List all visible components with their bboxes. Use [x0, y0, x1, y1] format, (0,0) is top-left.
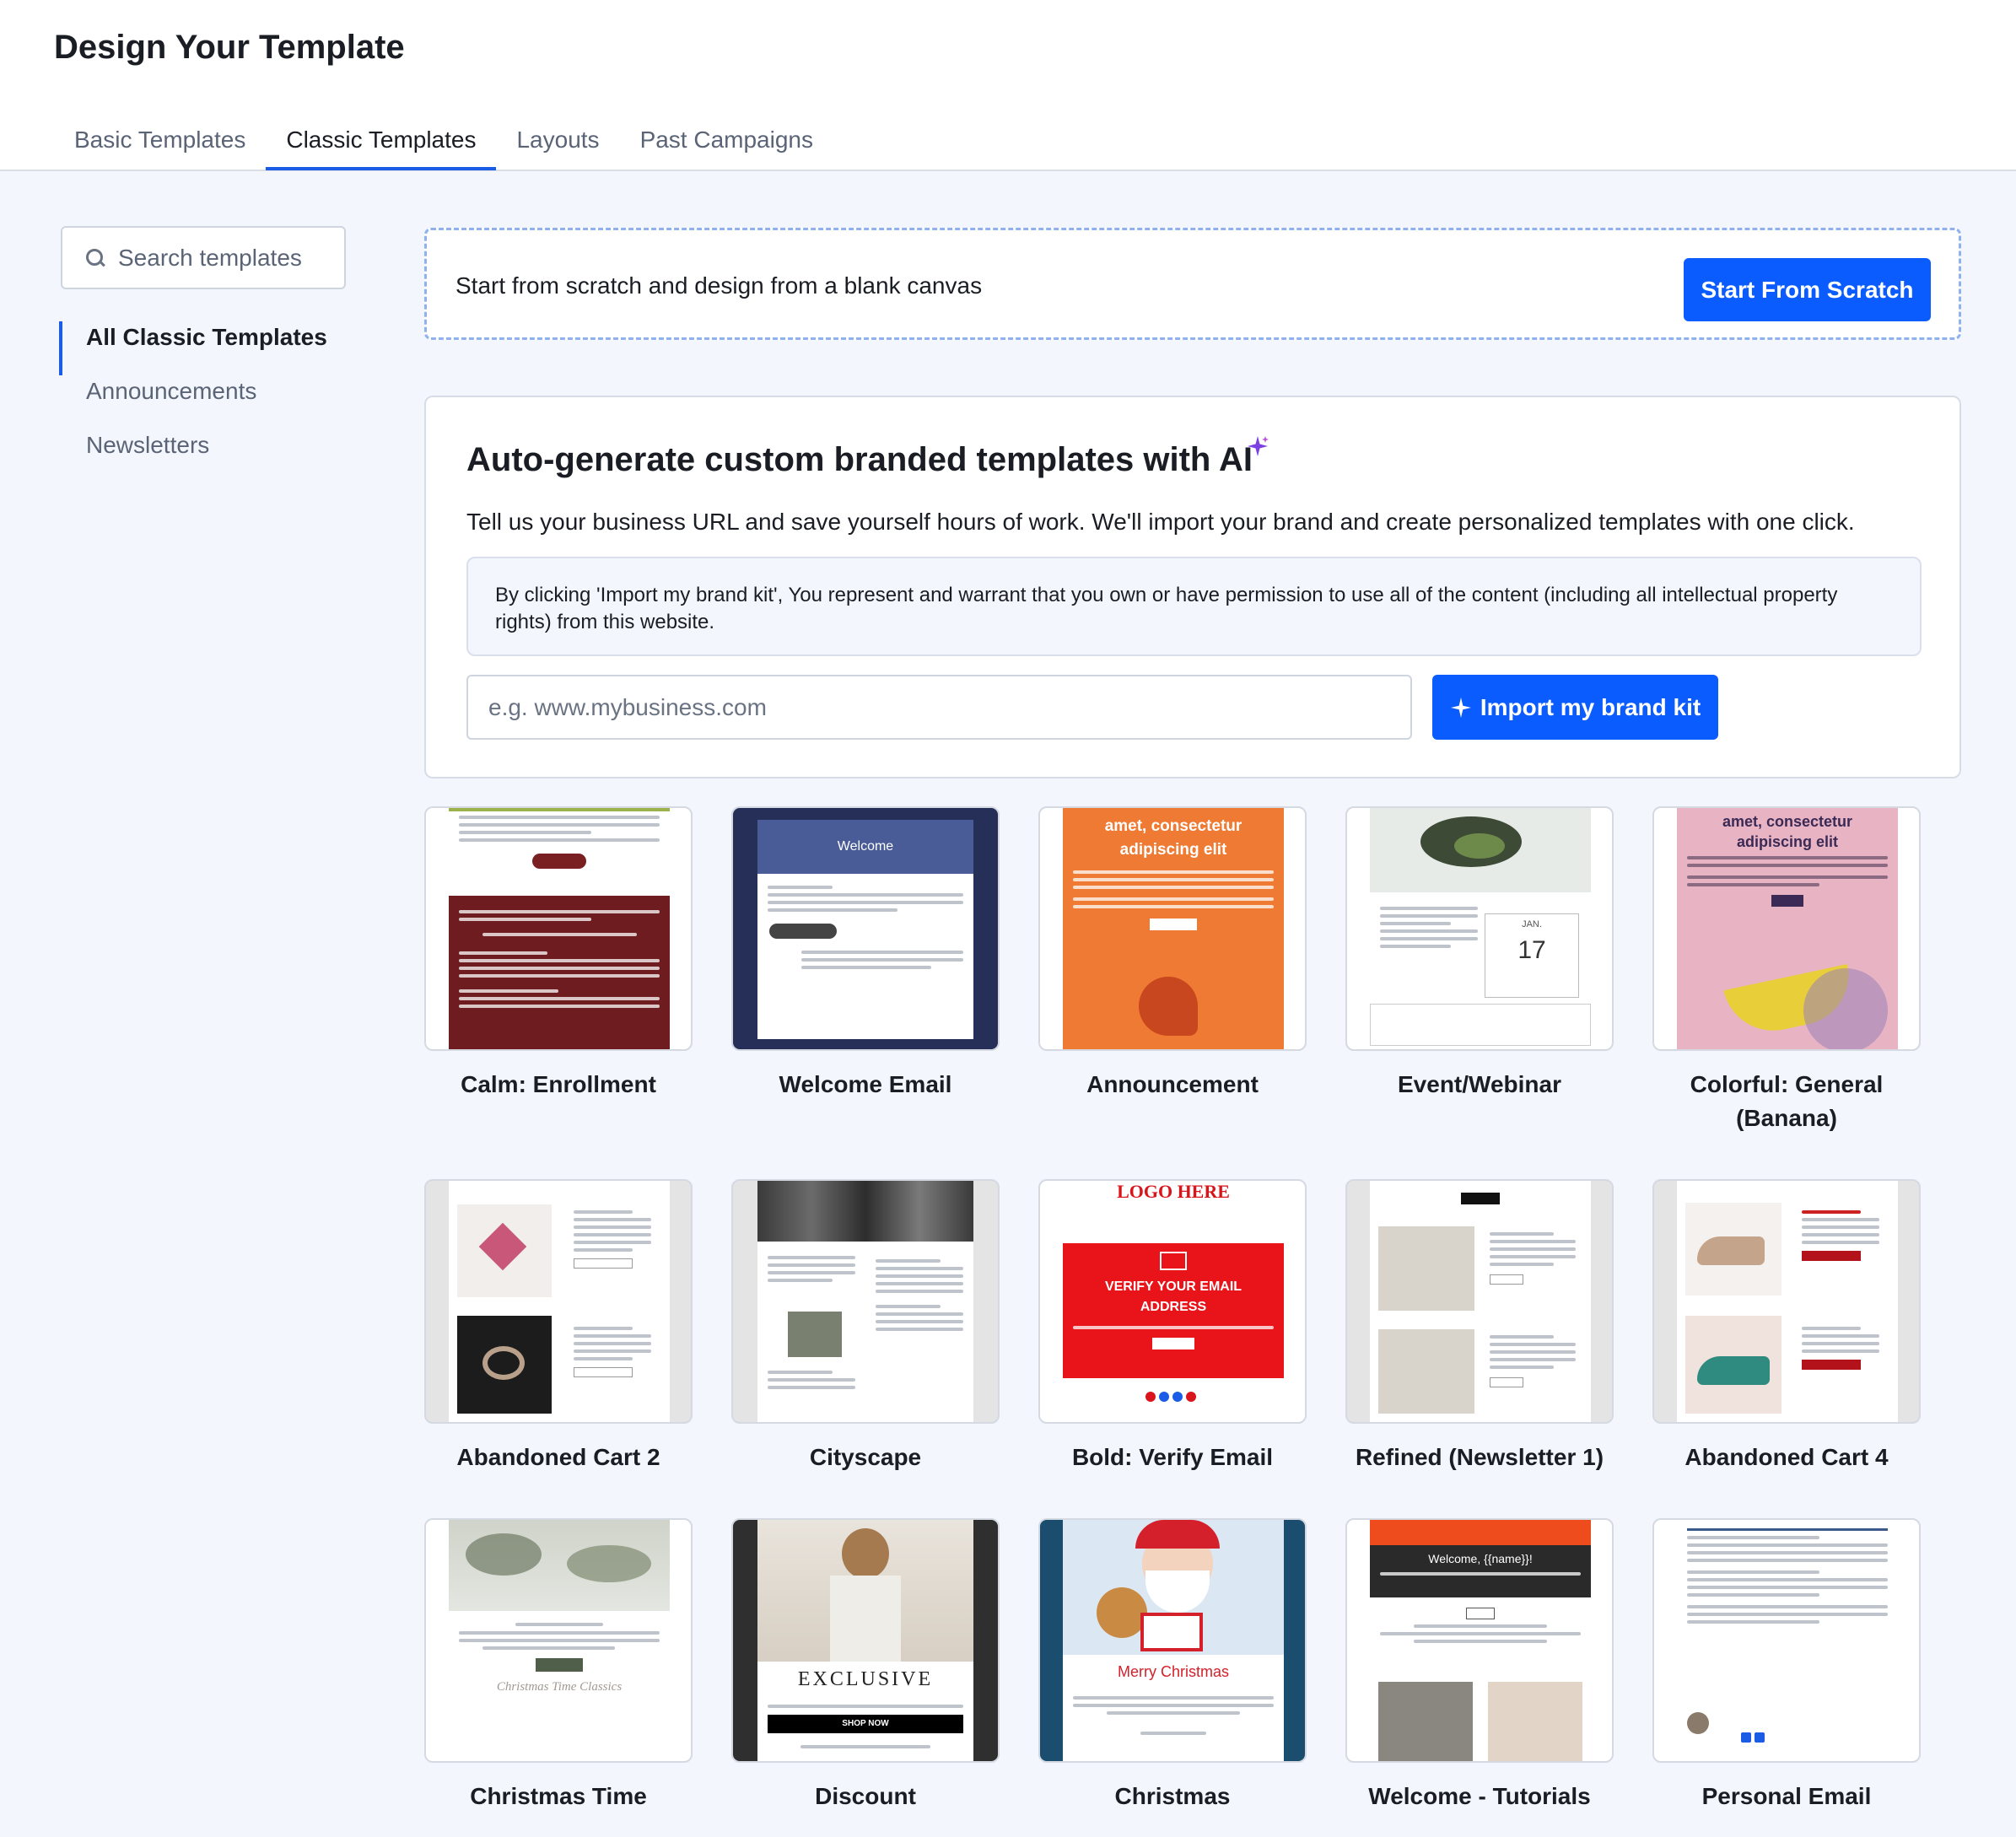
template-card-abandoned-cart-2[interactable]: Abandoned Cart 2: [424, 1179, 693, 1474]
thumb-verify-text: VERIFY YOUR EMAIL ADDRESS: [1104, 1279, 1242, 1314]
template-name: Cityscape: [809, 1444, 922, 1470]
ai-card-subtitle: Tell us your business URL and save yours…: [466, 509, 1855, 535]
template-name: Event/Webinar: [1398, 1071, 1561, 1097]
template-card-bold-verify-email[interactable]: LOGO HERE VERIFY YOUR EMAIL ADDRESS Bold…: [1038, 1179, 1307, 1474]
template-card-event-webinar[interactable]: JAN. 17 Event/Webinar: [1345, 806, 1614, 1102]
search-icon: [84, 247, 106, 269]
sparkle-icon: [1450, 697, 1471, 718]
template-card-christmas[interactable]: Merry Christmas Christmas: [1038, 1518, 1307, 1813]
brand-kit-disclaimer: By clicking 'Import my brand kit', You r…: [466, 557, 1922, 656]
template-name: Christmas Time: [470, 1783, 647, 1809]
template-name: Abandoned Cart 4: [1684, 1444, 1889, 1470]
tab-basic-templates[interactable]: Basic Templates: [54, 121, 266, 170]
template-card-calm-enrollment[interactable]: Calm: Enrollment: [424, 806, 693, 1102]
template-thumbnail: Christmas Time Classics: [424, 1518, 693, 1763]
template-thumbnail: [731, 1179, 1000, 1424]
template-thumbnail: LOGO HERE VERIFY YOUR EMAIL ADDRESS: [1038, 1179, 1307, 1424]
template-card-christmas-time[interactable]: Christmas Time Classics Christmas Time: [424, 1518, 693, 1813]
template-card-abandoned-cart-4[interactable]: Abandoned Cart 4: [1652, 1179, 1921, 1474]
template-thumbnail: [1345, 1179, 1614, 1424]
template-name: Calm: Enrollment: [461, 1071, 656, 1097]
template-thumbnail: [1652, 1179, 1921, 1424]
template-name: Announcement: [1086, 1071, 1259, 1097]
template-thumbnail: [1652, 1518, 1921, 1763]
category-all-classic-templates[interactable]: All Classic Templates: [59, 321, 346, 375]
template-thumbnail: Welcome: [731, 806, 1000, 1051]
scratch-description: Start from scratch and design from a bla…: [455, 272, 983, 299]
sidebar: All Classic Templates Announcements News…: [59, 226, 346, 483]
import-brand-kit-label: Import my brand kit: [1480, 693, 1701, 720]
template-thumbnail: [424, 806, 693, 1051]
template-thumbnail: [424, 1179, 693, 1424]
template-card-discount[interactable]: EXCLUSIVE SHOP NOW Discount: [731, 1518, 1000, 1813]
template-card-announcement[interactable]: amet, consectetur adipiscing elit Announ…: [1038, 806, 1307, 1102]
template-card-colorful-general-banana[interactable]: amet, consectetur adipiscing elit Colorf…: [1652, 806, 1921, 1135]
thumb-announcement-head: amet, consectetur adipiscing elit: [1104, 817, 1242, 859]
template-name: Welcome Email: [779, 1071, 952, 1097]
page-title: Design Your Template: [54, 29, 405, 66]
template-thumbnail: amet, consectetur adipiscing elit: [1652, 806, 1921, 1051]
tab-past-campaigns[interactable]: Past Campaigns: [620, 121, 833, 170]
thumb-event-month: JAN.: [1522, 919, 1542, 929]
template-thumbnail: EXCLUSIVE SHOP NOW: [731, 1518, 1000, 1763]
import-brand-kit-button[interactable]: Import my brand kit: [1432, 675, 1718, 740]
thumb-christmas-script: Christmas Time Classics: [496, 1680, 623, 1694]
template-card-refined-newsletter-1[interactable]: Refined (Newsletter 1): [1345, 1179, 1614, 1474]
thumb-shop-now: SHOP NOW: [768, 1715, 963, 1733]
category-list: All Classic Templates Announcements News…: [59, 321, 346, 483]
thumb-exclusive: EXCLUSIVE: [797, 1668, 934, 1690]
template-name: Welcome - Tutorials: [1368, 1783, 1591, 1809]
search-box[interactable]: [61, 226, 346, 289]
template-thumbnail: amet, consectetur adipiscing elit: [1038, 806, 1307, 1051]
ai-sparkle-icon: [1248, 436, 1269, 456]
template-name: Colorful: General (Banana): [1690, 1071, 1884, 1131]
template-name: Refined (Newsletter 1): [1355, 1444, 1604, 1470]
thumb-merry-christmas: Merry Christmas: [1117, 1663, 1229, 1680]
start-from-scratch-button[interactable]: Start From Scratch: [1684, 258, 1931, 321]
template-name: Personal Email: [1701, 1783, 1872, 1809]
template-card-cityscape[interactable]: Cityscape: [731, 1179, 1000, 1474]
template-thumbnail: Merry Christmas: [1038, 1518, 1307, 1763]
search-input[interactable]: [118, 244, 346, 272]
business-url-input[interactable]: [466, 675, 1412, 740]
thumb-verify-logo: LOGO HERE: [1117, 1181, 1230, 1202]
template-name: Christmas: [1114, 1783, 1231, 1809]
template-tabs: Basic Templates Classic Templates Layout…: [54, 121, 833, 170]
template-card-welcome-tutorials[interactable]: Welcome, {{name}}! Welcome - Tutorials: [1345, 1518, 1614, 1813]
ai-brand-kit-card: Auto-generate custom branded templates w…: [424, 396, 1961, 778]
page-header: Design Your Template Basic Templates Cla…: [0, 0, 2016, 171]
template-card-welcome-email[interactable]: Welcome Welcome Email: [731, 806, 1000, 1102]
thumb-banana-head: amet, consectetur adipiscing elit: [1722, 813, 1853, 850]
start-from-scratch-panel: Start from scratch and design from a bla…: [424, 228, 1961, 340]
template-name: Bold: Verify Email: [1071, 1444, 1274, 1470]
thumb-welcome-header: Welcome: [757, 820, 973, 874]
category-announcements[interactable]: Announcements: [59, 375, 346, 429]
tab-layouts[interactable]: Layouts: [496, 121, 619, 170]
template-card-personal-email[interactable]: Personal Email: [1652, 1518, 1921, 1813]
template-thumbnail: Welcome, {{name}}!: [1345, 1518, 1614, 1763]
category-newsletters[interactable]: Newsletters: [59, 429, 346, 483]
template-name: Abandoned Cart 2: [456, 1444, 660, 1470]
template-thumbnail: JAN. 17: [1345, 806, 1614, 1051]
tab-classic-templates[interactable]: Classic Templates: [266, 121, 497, 170]
thumb-event-day: 17: [1517, 936, 1546, 964]
template-name: Discount: [815, 1783, 916, 1809]
thumb-tutorial-welcome: Welcome, {{name}}!: [1428, 1552, 1533, 1565]
ai-card-title: Auto-generate custom branded templates w…: [466, 441, 1253, 478]
